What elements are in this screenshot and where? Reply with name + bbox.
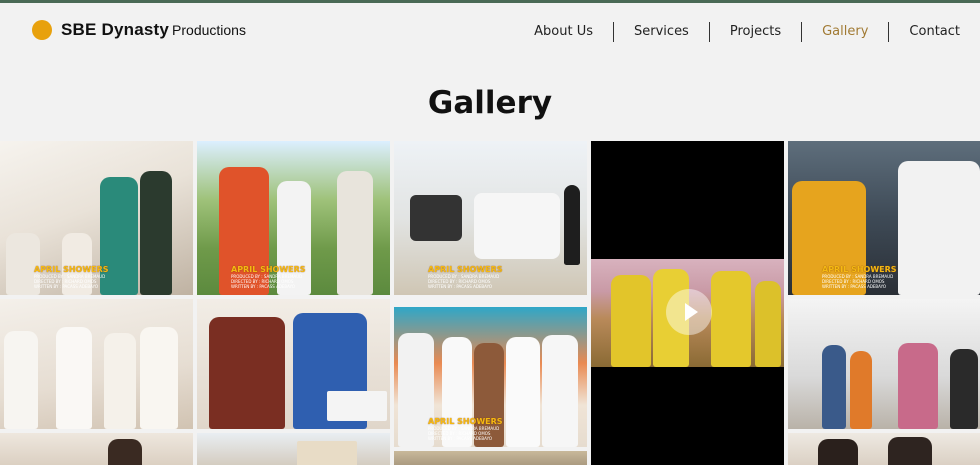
play-icon[interactable] (666, 289, 712, 335)
gallery-photo[interactable]: APRIL SHOWERS PRODUCED BY : SANDRA BREMA… (197, 141, 390, 295)
gallery-photo[interactable]: APRIL SHOWERS PRODUCED BY : SANDRA BREMA… (788, 141, 980, 295)
gallery-photo[interactable] (788, 299, 980, 429)
page-title: Gallery (427, 85, 553, 121)
nav-about-us[interactable]: About Us (514, 22, 613, 42)
tile-caption: APRIL SHOWERS PRODUCED BY : SANDRA BREMA… (428, 265, 503, 289)
main-nav: About Us Services Projects Gallery Conta… (514, 21, 980, 43)
brand-name: SBE Dynasty (61, 20, 170, 39)
gallery-photo[interactable]: APRIL SHOWERS PRODUCED BY : SANDRA BREMA… (0, 141, 193, 295)
brand-logo[interactable]: SBE Dynasty Productions (61, 20, 246, 40)
gallery-photo[interactable]: APRIL SHOWERS PRODUCED BY : SANDRA BREMA… (394, 141, 587, 295)
gallery-photo[interactable] (0, 433, 193, 465)
tile-caption: APRIL SHOWERS PRODUCED BY : SANDRA BREMA… (822, 265, 897, 289)
gallery-photo[interactable] (394, 451, 587, 465)
nav-projects[interactable]: Projects (710, 22, 801, 42)
gallery-photo[interactable] (197, 433, 390, 465)
site-header: SBE Dynasty Productions About Us Services… (0, 3, 980, 63)
gallery-photo[interactable] (788, 433, 980, 465)
gallery-video[interactable] (591, 141, 784, 465)
nav-services[interactable]: Services (614, 22, 709, 42)
tile-caption: APRIL SHOWERS PRODUCED BY : SANDRA BREMA… (428, 417, 503, 441)
gallery-grid: APRIL SHOWERS PRODUCED BY : SANDRA BREMA… (0, 141, 980, 465)
gallery-photo[interactable]: APRIL SHOWERS PRODUCED BY : SANDRA BREMA… (394, 307, 587, 447)
logo-dot[interactable] (32, 20, 52, 40)
tile-caption: APRIL SHOWERS PRODUCED BY : SANDRA BREMA… (34, 265, 109, 289)
brand-subtitle: Productions (172, 22, 246, 38)
gallery-photo[interactable] (0, 299, 193, 429)
nav-gallery[interactable]: Gallery (802, 22, 888, 42)
gallery-photo[interactable] (197, 299, 390, 429)
tile-caption: APRIL SHOWERS PRODUCED BY : SANDRA BREMA… (231, 265, 306, 289)
nav-contact[interactable]: Contact (889, 22, 980, 42)
